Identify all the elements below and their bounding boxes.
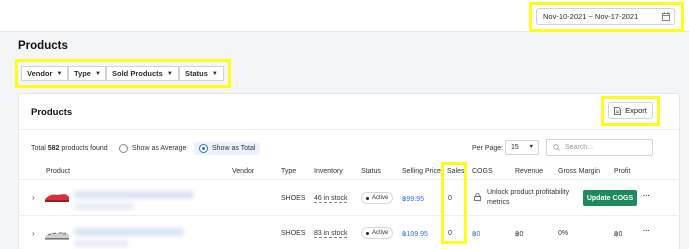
date-range-picker[interactable]: Nov-10-2021 ~ Nov-17-2021 bbox=[536, 8, 675, 25]
status-filter[interactable]: Status ▼ bbox=[179, 66, 224, 81]
revenue-cell: ฿0 bbox=[515, 231, 524, 238]
chevron-down-icon: ▼ bbox=[528, 144, 534, 150]
product-name-redacted bbox=[74, 228, 184, 236]
export-label: Export bbox=[625, 106, 647, 115]
gross-margin-cell: 0% bbox=[558, 230, 569, 237]
inventory-cell: 83 in stock bbox=[314, 230, 348, 238]
product-thumbnail bbox=[45, 232, 70, 240]
calendar-icon bbox=[662, 12, 670, 21]
more-options-icon[interactable]: ··· bbox=[643, 228, 650, 235]
date-range-text: Nov-10-2021 ~ Nov-17-2021 bbox=[543, 12, 639, 21]
show-as-average-radio[interactable]: Show as Average bbox=[119, 142, 186, 155]
radio-dot bbox=[119, 144, 128, 153]
status-dot bbox=[366, 196, 369, 200]
cogs-cell[interactable]: ฿0 bbox=[472, 230, 480, 238]
radio-dot bbox=[199, 144, 208, 153]
product-thumbnail bbox=[45, 194, 70, 202]
filter-label: Type bbox=[74, 69, 91, 78]
inventory-cell: 46 in stock bbox=[314, 195, 348, 203]
column-header-profit: Profit bbox=[614, 168, 631, 175]
column-header-cogs: COGS bbox=[472, 168, 493, 175]
date-range-highlight: Nov-10-2021 ~ Nov-17-2021 bbox=[529, 2, 684, 32]
expand-row-icon[interactable]: › bbox=[32, 229, 35, 238]
status-badge: Active bbox=[361, 192, 394, 204]
per-page-select[interactable]: 15 ▼ bbox=[505, 140, 539, 155]
cogs-unlock-note: Unlock product profitability metrics bbox=[487, 189, 570, 206]
price-cell[interactable]: ฿109.95 bbox=[402, 230, 428, 238]
chevron-down-icon: ▼ bbox=[211, 70, 218, 77]
column-header-gross-margin: Gross Margin bbox=[558, 168, 601, 175]
per-page-label: Per Page: bbox=[472, 145, 504, 152]
card-header: Products bbox=[19, 94, 679, 130]
update-cogs-button[interactable]: Update COGS bbox=[583, 190, 637, 206]
filter-label: Status bbox=[185, 69, 208, 78]
vendor-filter[interactable]: Vendor ▼ bbox=[21, 66, 68, 81]
type-cell: SHOES bbox=[281, 230, 306, 237]
type-filter[interactable]: Type ▼ bbox=[68, 66, 106, 81]
radio-label: Show as Total bbox=[212, 145, 256, 152]
expand-row-icon[interactable]: › bbox=[32, 193, 35, 202]
chevron-down-icon: ▼ bbox=[56, 70, 63, 77]
chevron-down-icon: ▼ bbox=[94, 70, 101, 77]
column-header-revenue: Revenue bbox=[515, 168, 544, 175]
profit-cell: ฿0 bbox=[614, 231, 623, 238]
status-text: Active bbox=[372, 195, 389, 201]
chevron-down-icon: ▼ bbox=[166, 70, 173, 77]
lock-icon bbox=[474, 193, 481, 201]
search-icon bbox=[553, 144, 560, 151]
header-divider bbox=[19, 179, 680, 180]
more-options-icon[interactable]: ··· bbox=[643, 193, 650, 200]
page-title: Products bbox=[18, 40, 68, 52]
summary-suffix: products found bbox=[61, 145, 108, 152]
column-header-type: Type bbox=[281, 168, 297, 175]
summary-count: 582 bbox=[47, 145, 60, 152]
type-cell: SHOES bbox=[281, 195, 306, 202]
per-page-value: 15 bbox=[511, 144, 519, 151]
status-dot bbox=[366, 231, 369, 235]
status-text: Active bbox=[372, 230, 389, 236]
filter-label: Sold Products bbox=[112, 69, 163, 78]
export-button[interactable]: Export bbox=[608, 102, 653, 119]
summary-prefix: Total bbox=[31, 145, 46, 152]
products-count: Total 582 products found bbox=[31, 145, 108, 152]
show-as-total-radio[interactable]: Show as Total bbox=[194, 142, 261, 155]
product-sku-redacted bbox=[74, 240, 129, 247]
row-divider bbox=[19, 215, 680, 216]
product-name-redacted bbox=[74, 191, 194, 199]
document-icon bbox=[614, 106, 622, 115]
column-header-status: Status bbox=[361, 168, 381, 175]
column-header-vendor: Vendor bbox=[232, 168, 255, 175]
card-title: Products bbox=[31, 107, 73, 118]
search-placeholder: Search... bbox=[565, 144, 594, 151]
product-sku-redacted bbox=[74, 203, 134, 210]
status-badge: Active bbox=[361, 227, 394, 239]
radio-label: Show as Average bbox=[132, 145, 187, 152]
export-highlight: Export bbox=[601, 96, 660, 126]
search-input[interactable]: Search... bbox=[546, 139, 653, 156]
column-header-product: Product bbox=[46, 168, 71, 175]
column-header-inventory: Inventory bbox=[314, 168, 343, 175]
column-header-selling-price: Selling Price bbox=[402, 168, 441, 175]
filter-label: Vendor bbox=[27, 69, 53, 78]
sales-column-highlight bbox=[441, 162, 467, 244]
filter-bar: Vendor ▼ Type ▼ Sold Products ▼ Status ▼ bbox=[15, 59, 231, 88]
sold-products-filter[interactable]: Sold Products ▼ bbox=[106, 66, 179, 81]
price-cell[interactable]: ฿99.95 bbox=[402, 195, 424, 203]
